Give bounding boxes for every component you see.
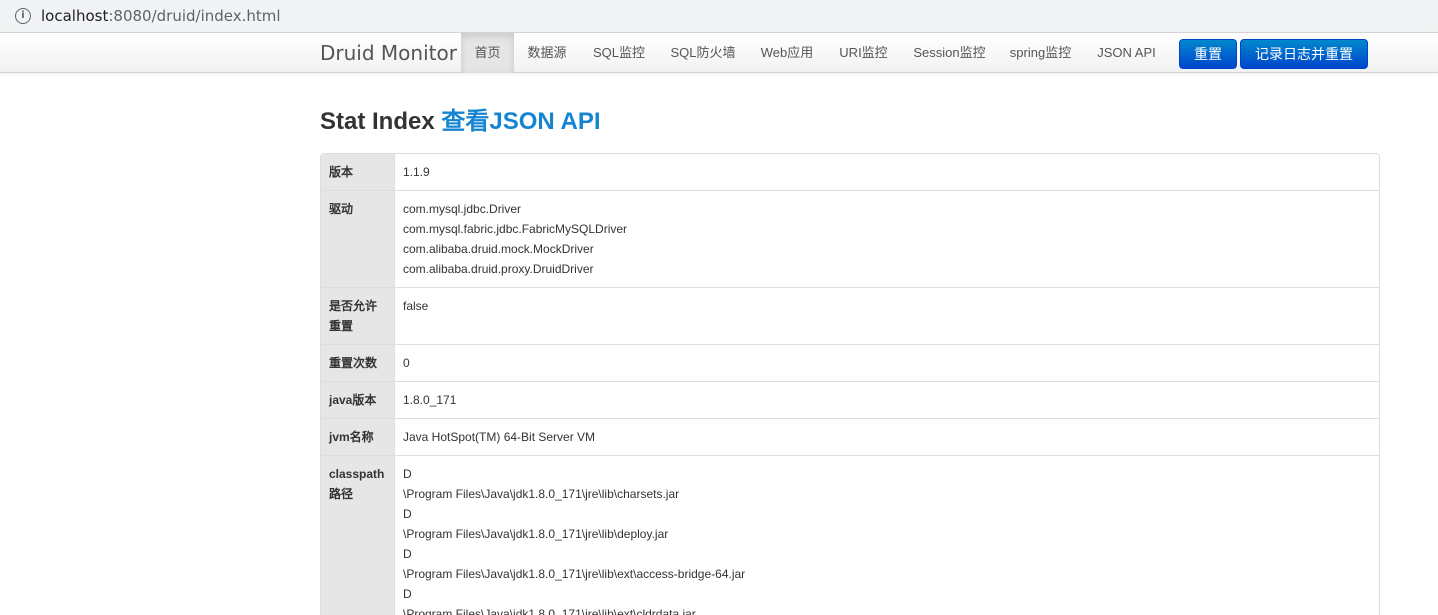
brand-title[interactable]: Druid Monitor: [320, 33, 457, 73]
row-label: 驱动: [321, 191, 395, 287]
page-title-text: Stat Index: [320, 108, 435, 135]
row-value: false: [395, 288, 1379, 344]
row-label: 是否允许 重置: [321, 288, 395, 344]
value-line: com.mysql.fabric.jdbc.FabricMySQLDriver: [403, 222, 628, 236]
page-title: Stat Index 查看JSON API: [320, 106, 601, 138]
value-line: D: [403, 467, 412, 481]
nav-item-session-monitor[interactable]: Session监控: [901, 33, 998, 73]
nav-item-json-api[interactable]: JSON API: [1083, 33, 1170, 73]
value-line: com.alibaba.druid.mock.MockDriver: [403, 242, 594, 256]
nav-item-uri-monitor[interactable]: URI监控: [826, 33, 901, 73]
table-row-version: 版本 1.1.9: [321, 154, 1379, 190]
value-line: D: [403, 587, 412, 601]
value-line: false: [403, 299, 429, 313]
value-line: \Program Files\Java\jdk1.8.0_171\jre\lib…: [403, 487, 680, 501]
row-value: 1.8.0_171: [395, 382, 1379, 418]
table-row-drivers: 驱动 com.mysql.jdbc.Driver com.mysql.fabri…: [321, 190, 1379, 287]
browser-address-bar[interactable]: i localhost:8080/druid/index.html: [0, 0, 1438, 32]
table-row-java-version: java版本 1.8.0_171: [321, 381, 1379, 418]
label-line: 路径: [329, 487, 354, 501]
row-label: java版本: [321, 382, 395, 418]
url-text[interactable]: localhost:8080/druid/index.html: [41, 7, 281, 25]
nav-item-sql-firewall[interactable]: SQL防火墙: [658, 33, 748, 73]
url-path: :8080/druid/index.html: [108, 7, 281, 25]
value-line: 1.1.9: [403, 165, 430, 179]
table-row-jvm-name: jvm名称 Java HotSpot(TM) 64-Bit Server VM: [321, 418, 1379, 455]
view-json-api-link[interactable]: 查看JSON API: [441, 108, 600, 135]
nav-item-sql-monitor[interactable]: SQL监控: [580, 33, 658, 73]
value-line: Java HotSpot(TM) 64-Bit Server VM: [403, 430, 596, 444]
info-icon[interactable]: i: [15, 8, 31, 24]
value-line: D: [403, 547, 412, 561]
nav-item-web-app[interactable]: Web应用: [748, 33, 826, 73]
reset-button[interactable]: 重置: [1179, 39, 1237, 69]
table-row-reset-enable: 是否允许 重置 false: [321, 287, 1379, 344]
row-value: Java HotSpot(TM) 64-Bit Server VM: [395, 419, 1379, 455]
stat-table: 版本 1.1.9 驱动 com.mysql.jdbc.Driver com.my…: [320, 153, 1380, 615]
row-label: 版本: [321, 154, 395, 190]
value-line: \Program Files\Java\jdk1.8.0_171\jre\lib…: [403, 607, 696, 615]
label-line: 是否允许: [329, 299, 378, 313]
row-label: 重置次数: [321, 345, 395, 381]
value-line: \Program Files\Java\jdk1.8.0_171\jre\lib…: [403, 567, 746, 581]
value-line: \Program Files\Java\jdk1.8.0_171\jre\lib…: [403, 527, 669, 541]
row-value: 1.1.9: [395, 154, 1379, 190]
row-value: 0: [395, 345, 1379, 381]
row-value: com.mysql.jdbc.Driver com.mysql.fabric.j…: [395, 191, 1379, 287]
nav-item-spring-monitor[interactable]: spring监控: [998, 33, 1083, 73]
value-line: 1.8.0_171: [403, 393, 457, 407]
row-label: classpath 路径: [321, 456, 395, 615]
label-line: 重置: [329, 319, 354, 333]
label-line: classpath: [329, 467, 385, 481]
value-line: com.mysql.jdbc.Driver: [403, 202, 522, 216]
nav-item-datasource[interactable]: 数据源: [514, 33, 580, 73]
row-label: jvm名称: [321, 419, 395, 455]
table-row-classpath: classpath 路径 D \Program Files\Java\jdk1.…: [321, 455, 1379, 615]
url-host: localhost: [41, 7, 109, 25]
table-row-reset-count: 重置次数 0: [321, 344, 1379, 381]
log-and-reset-button[interactable]: 记录日志并重置: [1240, 39, 1368, 69]
top-navbar: Druid Monitor 首页 数据源 SQL监控 SQL防火墙 Web应用 …: [0, 32, 1438, 73]
value-line: D: [403, 507, 412, 521]
nav-item-home[interactable]: 首页: [461, 33, 514, 73]
value-line: 0: [403, 356, 410, 370]
row-value: D \Program Files\Java\jdk1.8.0_171\jre\l…: [395, 456, 1379, 615]
value-line: com.alibaba.druid.proxy.DruidDriver: [403, 262, 594, 276]
